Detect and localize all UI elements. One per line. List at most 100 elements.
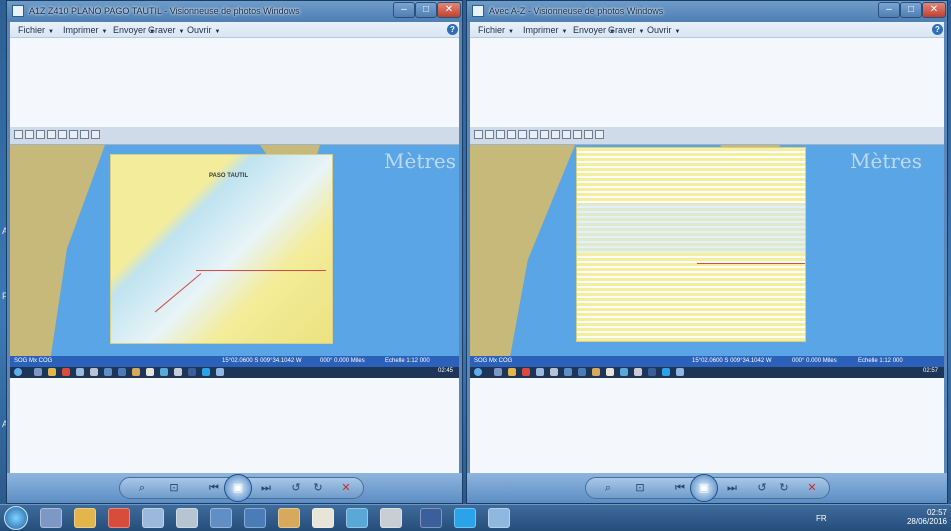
app-icon	[132, 368, 140, 376]
zoom-icon[interactable]: ⌕	[598, 481, 618, 495]
status-sog: SOG Mx COG	[474, 358, 513, 364]
chart-app-toolbar	[470, 127, 944, 145]
photo-viewer-icon[interactable]	[488, 508, 510, 528]
app-icon	[564, 368, 572, 376]
help-icon[interactable]: ?	[932, 24, 943, 35]
palette-icon[interactable]	[278, 508, 300, 528]
toolbar-icon	[573, 130, 582, 139]
slideshow-button[interactable]: ▣	[224, 474, 252, 502]
embedded-taskbar: 02:45	[10, 367, 459, 378]
notepad-icon[interactable]	[380, 508, 402, 528]
route-line	[154, 273, 202, 313]
zoom-icon[interactable]: ⌕	[132, 481, 152, 495]
units-watermark: Mètres	[384, 149, 457, 173]
start-icon	[474, 368, 482, 376]
toolbar-icon	[485, 130, 494, 139]
window-icon[interactable]	[142, 508, 164, 528]
chart-status-bar: SOG Mx COG 15°02.0600 S 009°34.1042 W 00…	[470, 356, 944, 367]
nautical-chart-tile	[576, 147, 806, 342]
menu-fichier[interactable]: Fichier ▼	[478, 25, 514, 35]
maximize-button[interactable]: □	[900, 2, 922, 18]
app-icon	[648, 368, 656, 376]
delete-icon[interactable]: ✕	[338, 481, 354, 495]
app-icon	[174, 368, 182, 376]
menu-ouvrir[interactable]: Ouvrir ▼	[187, 25, 220, 35]
app-icon	[146, 368, 154, 376]
file-icon[interactable]	[40, 508, 62, 528]
menu-imprimer[interactable]: Imprimer ▼	[63, 25, 107, 35]
app-icon	[160, 368, 168, 376]
menu-bar: Fichier ▼ Imprimer ▼ Envoyer ▼ Graver ▼ Ouvr…	[470, 22, 944, 38]
maximize-button[interactable]: □	[415, 2, 437, 18]
close-button[interactable]: ✕	[437, 2, 461, 18]
menu-imprimer[interactable]: Imprimer ▼	[523, 25, 567, 35]
chart-status-bar: SOG Mx COG 15°02.0600 S 009°34.1042 W 00…	[10, 356, 459, 367]
minimize-button[interactable]: –	[393, 2, 415, 18]
toolbar-icon	[562, 130, 571, 139]
actual-size-icon[interactable]: ⊡	[632, 481, 648, 495]
app-icon	[62, 368, 70, 376]
embedded-clock: 02:57	[922, 368, 938, 374]
toolbar-icon	[14, 130, 23, 139]
system-clock[interactable]: 02:57 28/06/2016	[907, 508, 947, 526]
paint-icon[interactable]	[312, 508, 334, 528]
previous-button[interactable]: ⏮	[670, 481, 690, 495]
chart-sea: PASO TAUTIL Mètres	[10, 145, 459, 356]
previous-button[interactable]: ⏮	[204, 481, 224, 495]
app-icon	[578, 368, 586, 376]
tools-icon[interactable]	[176, 508, 198, 528]
rotate-left-icon[interactable]: ↺	[754, 481, 770, 495]
language-indicator[interactable]: FR	[816, 514, 827, 523]
app-icon	[634, 368, 642, 376]
globe-icon[interactable]	[210, 508, 232, 528]
chart-app-toolbar	[10, 127, 459, 145]
menu-ouvrir[interactable]: Ouvrir ▼	[647, 25, 680, 35]
rotate-left-icon[interactable]: ↺	[288, 481, 304, 495]
toolbar-icon	[47, 130, 56, 139]
toolbar-icon	[25, 130, 34, 139]
app-icon	[662, 368, 670, 376]
status-sog: SOG Mx COG	[14, 358, 53, 364]
viewer-controls: ⌕ ⊡ ⏮ ▣ ⏭ ↺ ↻ ✕	[585, 474, 830, 502]
app-icon	[216, 368, 224, 376]
title-bar[interactable]: Avec A-Z - Visionneuse de photos Windows…	[467, 1, 947, 22]
menu-graver[interactable]: Graver ▼	[608, 25, 644, 35]
rotate-right-icon[interactable]: ↻	[776, 481, 792, 495]
skype-icon[interactable]	[454, 508, 476, 528]
compass-icon[interactable]	[244, 508, 266, 528]
start-icon	[14, 368, 22, 376]
next-button[interactable]: ⏭	[722, 481, 742, 495]
start-button[interactable]	[4, 506, 28, 530]
chrome-icon[interactable]	[108, 508, 130, 528]
toolbar-icon	[551, 130, 560, 139]
chart-shallows	[577, 203, 805, 253]
chart-sea: Mètres	[470, 145, 944, 356]
status-scale: Echelle 1:12 000	[385, 358, 430, 364]
clock-time: 02:57	[926, 508, 947, 517]
actual-size-icon[interactable]: ⊡	[166, 481, 182, 495]
chart-title: PASO TAUTIL	[209, 173, 249, 179]
app-icon	[34, 368, 42, 376]
app-icon	[522, 368, 530, 376]
shield-icon[interactable]	[346, 508, 368, 528]
app-icon	[202, 368, 210, 376]
window-title: A1Z Z410 PLANO PAGO TAUTIL - Visionneuse…	[29, 6, 300, 16]
viewer-controls-bar: ⌕ ⊡ ⏮ ▣ ⏭ ↺ ↻ ✕	[467, 473, 947, 503]
delete-icon[interactable]: ✕	[804, 481, 820, 495]
help-icon[interactable]: ?	[447, 24, 458, 35]
rotate-right-icon[interactable]: ↻	[310, 481, 326, 495]
next-button[interactable]: ⏭	[256, 481, 276, 495]
folder-icon[interactable]	[74, 508, 96, 528]
close-button[interactable]: ✕	[922, 2, 946, 18]
slideshow-button[interactable]: ▣	[690, 474, 718, 502]
menu-fichier[interactable]: Fichier ▼	[18, 25, 54, 35]
title-bar[interactable]: A1Z Z410 PLANO PAGO TAUTIL - Visionneuse…	[7, 1, 462, 22]
toolbar-icon	[595, 130, 604, 139]
m-icon[interactable]	[420, 508, 442, 528]
menu-graver[interactable]: Graver ▼	[148, 25, 184, 35]
toolbar-icon	[529, 130, 538, 139]
status-position: 15°02.0600 S 009°34.1042 W	[692, 358, 772, 364]
status-position: 15°02.0600 S 009°34.1042 W	[222, 358, 302, 364]
minimize-button[interactable]: –	[878, 2, 900, 18]
photo-viewer-app-icon	[12, 5, 24, 17]
